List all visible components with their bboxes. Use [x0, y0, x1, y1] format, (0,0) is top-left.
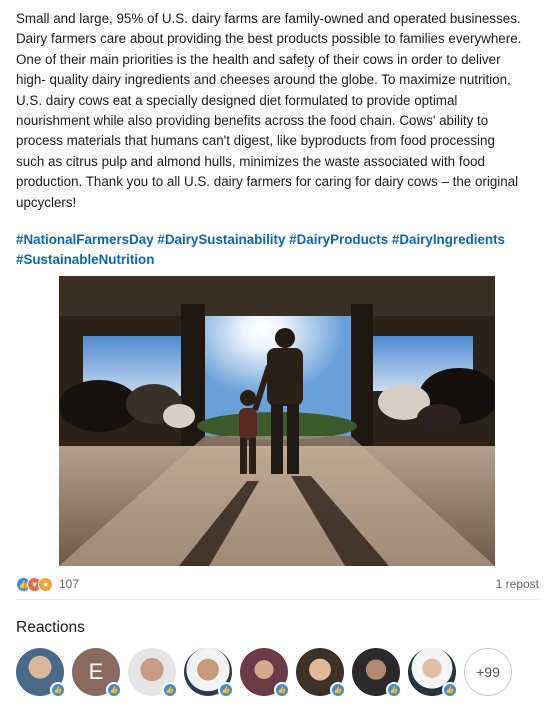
avatar[interactable]: 👍 — [408, 648, 458, 698]
more-reactions-button[interactable]: +99 — [464, 648, 512, 696]
reaction-count[interactable]: 107 — [59, 577, 79, 591]
avatar[interactable]: 👍 — [128, 648, 178, 698]
post-line: high- quality dairy ingredients and chee… — [16, 72, 511, 88]
like-icon: 👍 — [106, 682, 122, 698]
post-line: One of their main priorities is the heal… — [16, 51, 501, 67]
barn-photo — [59, 276, 495, 566]
hashtag-link[interactable]: #DairyIngredients — [392, 232, 505, 247]
avatar[interactable]: E 👍 — [72, 648, 122, 698]
hashtag-link[interactable]: #DairySustainability — [157, 232, 285, 247]
like-icon: 👍 — [386, 682, 402, 698]
hashtag-link[interactable]: #NationalFarmersDay — [16, 232, 154, 247]
avatar[interactable]: 👍 — [352, 648, 402, 698]
avatar[interactable]: 👍 — [184, 648, 234, 698]
like-icon: 👍 — [330, 682, 346, 698]
avatar[interactable]: 👍 — [240, 648, 290, 698]
post-line: upcyclers! — [16, 194, 77, 210]
like-icon: 👍 — [274, 682, 290, 698]
post-line: U.S. dairy cows eat a specially designed… — [16, 92, 458, 108]
social-counts-bar: 👍 ♥ ★ 107 1 repost — [16, 573, 539, 595]
reactions-heading: Reactions — [16, 619, 85, 636]
reactor-avatar-list: 👍 E 👍 👍 👍 👍 👍 👍 👍 +99 — [16, 648, 512, 698]
hashtag-list: #NationalFarmersDay #DairySustainability… — [16, 230, 544, 271]
like-icon: 👍 — [162, 682, 178, 698]
post-line: such as citrus pulp and almond hulls, mi… — [16, 153, 485, 169]
hashtag-link[interactable]: #SustainableNutrition — [16, 252, 154, 267]
repost-count[interactable]: 1 repost — [496, 577, 539, 591]
hashtag-link[interactable]: #DairyProducts — [289, 232, 388, 247]
avatar[interactable]: 👍 — [16, 648, 66, 698]
post-line: Small and large, 95% of U.S. dairy farms… — [16, 11, 521, 26]
post-line: process materials that humans can't dige… — [16, 133, 495, 149]
celebrate-icon: ★ — [38, 576, 53, 592]
like-icon: 👍 — [442, 682, 458, 698]
avatar[interactable]: 👍 — [296, 648, 346, 698]
divider — [16, 599, 539, 600]
post-line: Dairy farmers care about providing the b… — [16, 31, 522, 47]
post-body: Small and large, 95% of U.S. dairy farms… — [16, 9, 544, 213]
like-icon: 👍 — [218, 682, 234, 698]
post-line: nourishment while also providing benefit… — [16, 113, 489, 129]
post-image[interactable] — [59, 276, 495, 566]
like-icon: 👍 — [50, 682, 66, 698]
reaction-summary[interactable]: 👍 ♥ ★ 107 — [16, 576, 79, 592]
post-line: production. Thank you to all U.S. dairy … — [16, 174, 519, 190]
